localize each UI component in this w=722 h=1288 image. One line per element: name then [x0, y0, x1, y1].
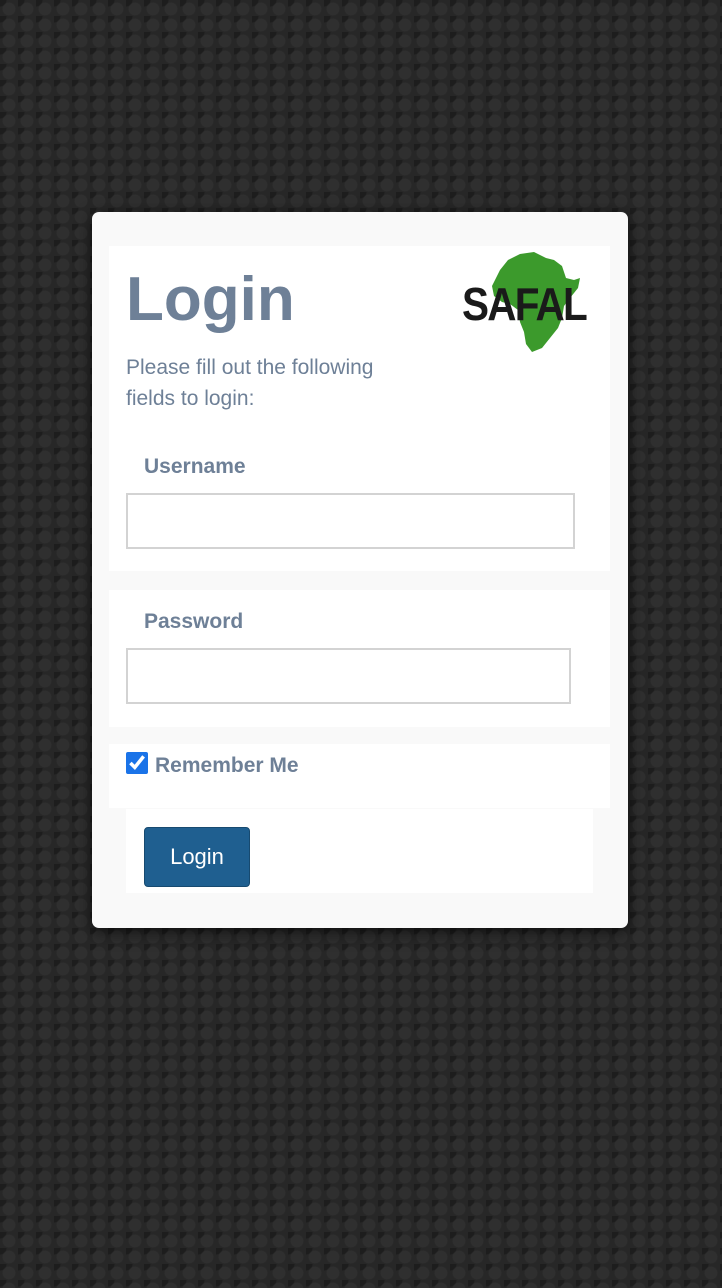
safal-logo: SAFAL [462, 252, 589, 352]
login-button[interactable]: Login [144, 827, 250, 887]
remember-me-label[interactable]: Remember Me [155, 754, 299, 778]
password-label: Password [144, 610, 244, 633]
password-input[interactable] [126, 648, 571, 704]
login-card: Login Please fill out the following fiel… [92, 212, 628, 928]
remember-me-checkbox[interactable] [126, 752, 148, 774]
username-label: Username [144, 455, 246, 478]
login-instructions: Please fill out the following fields to … [126, 356, 374, 410]
username-input[interactable] [126, 493, 575, 549]
logo-wordmark: SAFAL [462, 278, 587, 330]
page-title: Login [126, 265, 295, 334]
